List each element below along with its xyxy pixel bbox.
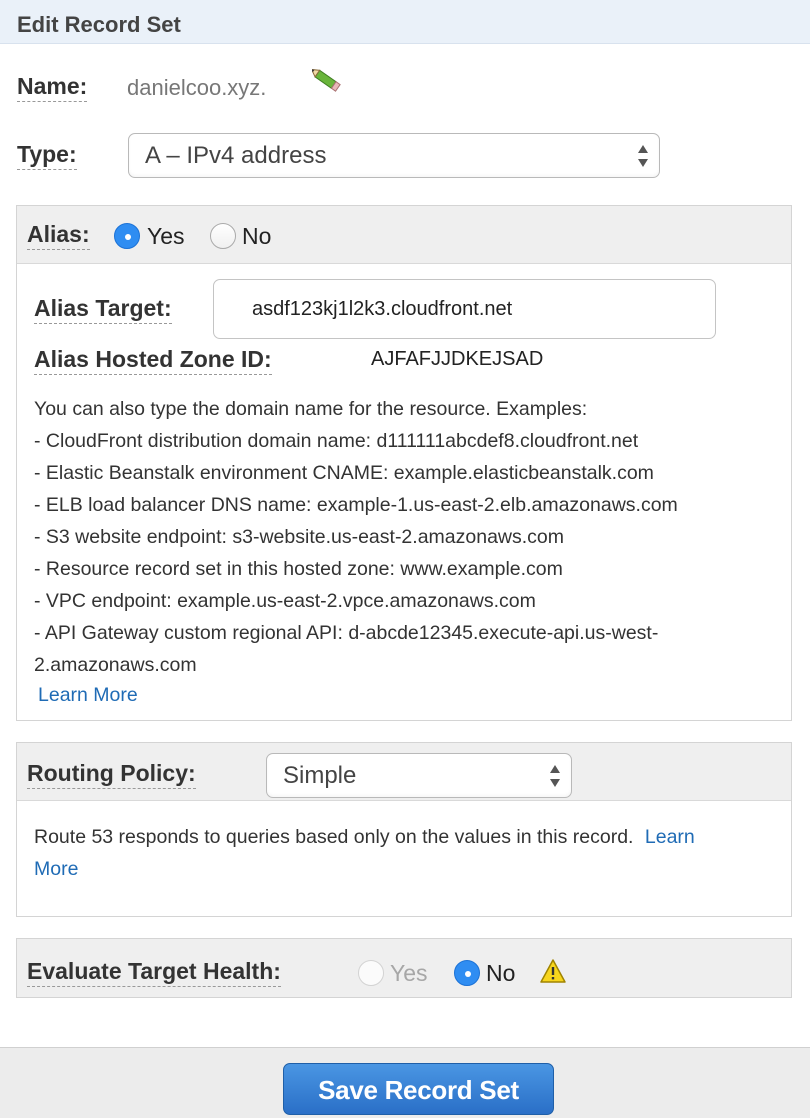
alias-example-item: - ELB load balancer DNS name: example-1.… bbox=[34, 494, 678, 516]
alias-example-item: - CloudFront distribution domain name: d… bbox=[34, 430, 639, 452]
save-record-set-button[interactable]: Save Record Set bbox=[283, 1063, 554, 1115]
routing-policy-select[interactable]: Simple bbox=[266, 753, 572, 798]
health-no-label[interactable]: No bbox=[486, 960, 515, 987]
routing-policy-value: Simple bbox=[283, 762, 357, 789]
alias-example-item: - VPC endpoint: example.us-east-2.vpce.a… bbox=[34, 590, 536, 612]
alias-zone-label: Alias Hosted Zone ID: bbox=[34, 345, 272, 375]
alias-example-item: - Elastic Beanstalk environment CNAME: e… bbox=[34, 462, 654, 484]
alias-help-intro: You can also type the domain name for th… bbox=[34, 398, 588, 420]
alias-no-label[interactable]: No bbox=[242, 223, 271, 250]
alias-example-item: 2.amazonaws.com bbox=[34, 654, 197, 676]
alias-target-label: Alias Target: bbox=[34, 294, 172, 324]
routing-policy-label: Routing Policy: bbox=[27, 759, 196, 789]
name-value: danielcoo.xyz. bbox=[127, 75, 267, 100]
alias-no-radio[interactable] bbox=[210, 223, 236, 249]
type-select[interactable]: A – IPv4 address bbox=[128, 133, 660, 178]
alias-example-item: - Resource record set in this hosted zon… bbox=[34, 558, 563, 580]
dialog-title: Edit Record Set bbox=[17, 12, 181, 37]
type-label: Type: bbox=[17, 140, 77, 170]
dialog-header: Edit Record Set bbox=[0, 0, 810, 44]
alias-learn-more-link[interactable]: Learn More bbox=[38, 679, 138, 711]
health-yes-label[interactable]: Yes bbox=[390, 960, 428, 987]
alias-zone-value: AJFAFJJDKEJSAD bbox=[371, 348, 544, 370]
routing-description-text: Route 53 responds to queries based only … bbox=[34, 826, 634, 848]
alias-example-item: - API Gateway custom regional API: d-abc… bbox=[34, 622, 659, 644]
evaluate-health-label: Evaluate Target Health: bbox=[27, 957, 281, 987]
alias-target-input[interactable]: asdf123kj1l2k3.cloudfront.net bbox=[213, 279, 716, 339]
health-no-radio[interactable] bbox=[454, 960, 480, 986]
alias-yes-label[interactable]: Yes bbox=[147, 223, 185, 250]
warning-icon bbox=[540, 959, 566, 983]
alias-example-item: - S3 website endpoint: s3-website.us-eas… bbox=[34, 526, 565, 548]
updown-arrows-icon bbox=[550, 765, 560, 787]
name-label: Name: bbox=[17, 72, 88, 102]
alias-help: You can also type the domain name for th… bbox=[34, 393, 784, 681]
alias-yes-radio[interactable] bbox=[114, 223, 140, 249]
dialog-footer: Save Record Set bbox=[0, 1047, 810, 1118]
routing-learn-more-link[interactable]: Learn bbox=[645, 826, 695, 848]
routing-description: Route 53 responds to queries based only … bbox=[34, 821, 784, 885]
routing-learn-more-link[interactable]: More bbox=[34, 858, 78, 880]
health-yes-radio[interactable] bbox=[358, 960, 384, 986]
alias-label: Alias: bbox=[27, 220, 90, 250]
updown-arrows-icon bbox=[638, 145, 648, 167]
pencil-icon[interactable] bbox=[312, 66, 344, 96]
type-select-value: A – IPv4 address bbox=[145, 142, 327, 169]
